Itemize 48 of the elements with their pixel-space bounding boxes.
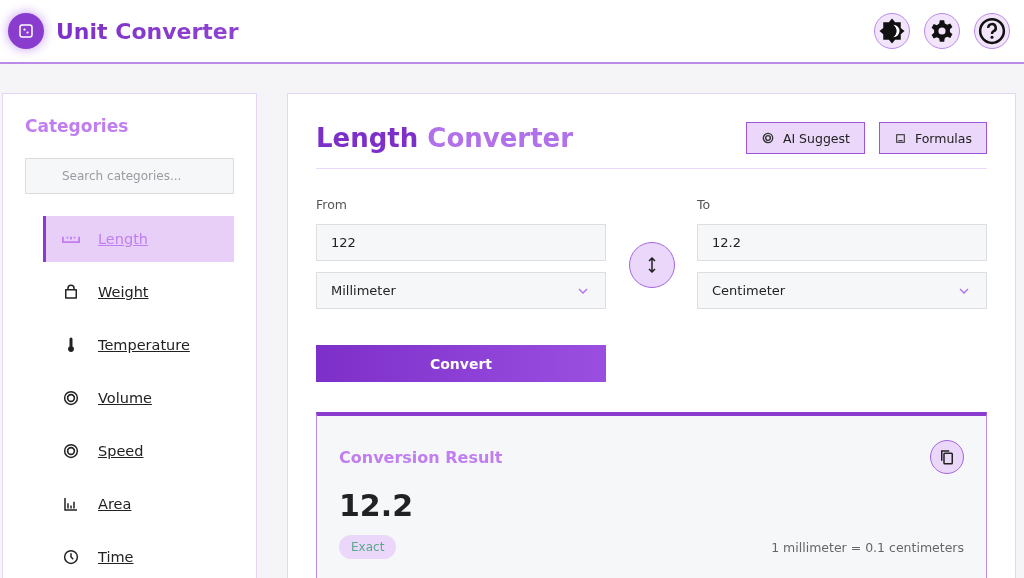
action-button[interactable]: AI Suggest <box>745 122 865 154</box>
convert-button[interactable]: Convert <box>316 345 606 382</box>
theme-toggle-button[interactable] <box>874 13 910 49</box>
swap-icon <box>645 257 658 273</box>
clock-icon <box>62 548 80 566</box>
result-value: 12.2 <box>339 488 415 523</box>
ring-icon <box>760 131 775 145</box>
search-field[interactable]: Search categories... <box>25 158 234 194</box>
ruler-icon <box>62 234 80 244</box>
field-label: To <box>697 197 712 212</box>
category-item[interactable]: Weight <box>43 269 234 315</box>
app-logo-icon <box>8 13 44 49</box>
image-icon <box>893 131 907 145</box>
category-item[interactable]: Time <box>43 534 234 578</box>
converter-title: Length Converter <box>316 123 575 153</box>
result-title: Conversion Result <box>339 447 503 467</box>
category-label: Area <box>98 496 132 512</box>
ring-icon <box>62 389 80 407</box>
to-unit-dropdown[interactable]: Centimeter <box>697 272 987 309</box>
from-unit-dropdown[interactable]: Millimeter <box>316 272 606 309</box>
settings-icon <box>929 18 955 44</box>
bar-chart-icon <box>62 495 80 513</box>
help-icon <box>977 16 1007 46</box>
to-value-field[interactable]: 12.2 <box>697 224 987 261</box>
help-button[interactable] <box>974 13 1010 49</box>
swap-button[interactable] <box>628 242 675 288</box>
copy-icon <box>938 448 956 466</box>
category-item[interactable]: Speed <box>43 428 234 474</box>
category-item[interactable]: Volume <box>43 375 234 421</box>
category-label: Time <box>98 549 134 565</box>
category-label: Temperature <box>98 337 190 353</box>
field-label: From <box>316 197 348 212</box>
weight-icon <box>62 283 80 301</box>
theme-icon <box>877 16 907 46</box>
ring-icon <box>62 442 80 460</box>
category-label: Speed <box>98 443 144 459</box>
category-label: Volume <box>98 390 152 406</box>
category-item[interactable]: Temperature <box>43 322 234 368</box>
category-label: Weight <box>98 284 149 300</box>
category-label: Length <box>98 231 148 247</box>
panel-title: Categories <box>25 116 130 136</box>
action-button[interactable]: Formulas <box>878 122 987 154</box>
exact-badge: Exact <box>339 535 397 559</box>
formula-text: 1 millimeter = 0.1 centimeters <box>771 539 964 555</box>
copy-button[interactable] <box>930 440 964 474</box>
from-value-field[interactable]: 122 <box>316 224 606 261</box>
category-item[interactable]: Area <box>43 481 234 527</box>
settings-button[interactable] <box>924 13 960 49</box>
